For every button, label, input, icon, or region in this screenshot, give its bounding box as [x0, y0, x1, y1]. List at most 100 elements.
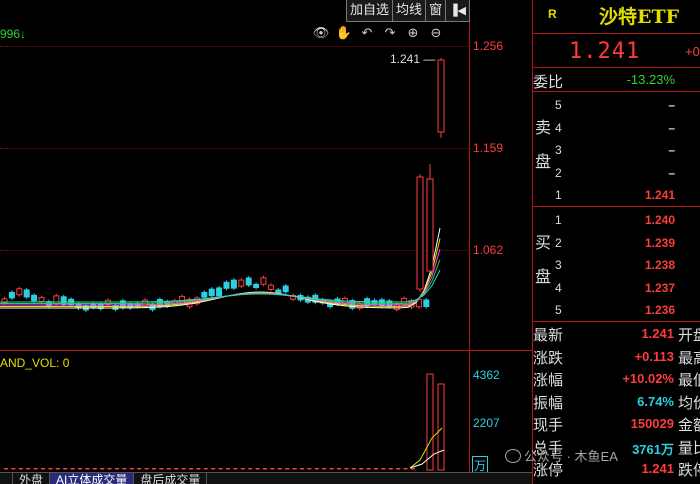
stat-row: 现手 150029 金额	[533, 413, 700, 434]
order-ratio-row: 委比 -13.23%	[533, 68, 700, 92]
candle-body	[38, 297, 45, 302]
volume-bar	[277, 468, 282, 470]
volume-bar	[307, 468, 312, 470]
collapse-arrow-icon[interactable]: ▐◀	[446, 0, 470, 22]
tab-3[interactable]: 盘后成交量	[134, 473, 208, 484]
buy_book-level: 2	[555, 235, 562, 250]
window-button[interactable]: 窗	[426, 0, 447, 22]
sell_book-row[interactable]: 4–	[555, 117, 700, 139]
panel-separator	[0, 350, 532, 351]
candle-body	[16, 288, 23, 296]
sell_book-level: 4	[555, 120, 562, 135]
price-change: +0	[685, 44, 700, 59]
volume-bar	[174, 468, 179, 470]
buy_book-level: 1	[555, 213, 562, 227]
volume-bar	[144, 468, 149, 470]
volume-bar	[85, 468, 90, 470]
sell_book-row[interactable]: 5–	[555, 94, 700, 116]
volume-bar	[159, 468, 164, 470]
sell_book-price: –	[668, 165, 675, 180]
candle-body	[275, 289, 282, 294]
buy_book-row[interactable]: 5 1.236	[555, 299, 700, 321]
stat-row: 最新 1.241 开盘	[533, 323, 700, 344]
stat-row: 涨幅 +10.02% 最低	[533, 368, 700, 389]
price-axis-tick: 1.256	[473, 39, 504, 53]
add-watchlist-button[interactable]: 加自选	[346, 0, 394, 22]
volume-bar	[248, 468, 253, 470]
buy_book-price: 1.236	[644, 303, 675, 317]
candle-body	[437, 59, 445, 133]
panel-header: R 沙特ETF	[533, 0, 700, 34]
r-badge: R	[548, 7, 557, 21]
candle-body	[230, 279, 237, 289]
volume-bar	[196, 468, 201, 470]
sell_book-price: 1.241	[644, 188, 675, 202]
stat-label: 涨跌	[533, 349, 564, 367]
buy_book-row[interactable]: 4 1.237	[555, 277, 700, 299]
indicator-tabs: 外盘 AI立体成交量 盘后成交量	[0, 472, 532, 484]
sell-side-label: 卖	[534, 120, 551, 137]
stat-label: 现手	[533, 417, 564, 434]
volume-bar	[41, 468, 45, 470]
volume-bar	[314, 468, 319, 470]
candle-body	[216, 287, 223, 297]
chart-toolbar: 加自选 均线 窗 ▐◀	[346, 0, 470, 24]
buy-side-label: 买	[534, 235, 551, 252]
volume-bar	[18, 468, 23, 470]
sell_book-row[interactable]: 1 1.241	[555, 184, 700, 206]
order-ratio-value: -13.23%	[626, 72, 675, 87]
volume-bar	[329, 468, 334, 470]
stat-value: +0.113	[634, 348, 674, 364]
price-axis-tick: 1.062	[473, 243, 504, 257]
volume-bar	[211, 468, 216, 470]
sell_book-row[interactable]: 2–	[555, 162, 700, 184]
volume-bar	[403, 468, 408, 470]
buy_book-price: 1.237	[644, 280, 675, 295]
candle-body	[371, 300, 378, 305]
last-price: 1.241	[569, 39, 641, 64]
buy_book-price: 1.238	[644, 258, 675, 272]
stat-label-right: 金额	[678, 417, 700, 434]
kline-chart-area[interactable]: 加自选 均线 窗 ▐◀ 996↓ 👁 ✋ ↶ ↷ ⊕ ⊖ 1.256 1.159…	[0, 0, 532, 484]
volume-bar	[70, 468, 75, 470]
candle-body	[31, 294, 38, 302]
candle-body	[23, 289, 30, 298]
volume-bar	[33, 468, 38, 470]
stat-value: 6.74%	[637, 393, 674, 409]
stat-value: 1.241	[641, 461, 674, 476]
volume-bar	[100, 468, 105, 470]
stat-label-right: 均价	[678, 394, 700, 412]
current-price-marker: 1.241 —	[390, 52, 436, 66]
stat-value: +10.02%	[622, 371, 674, 386]
candle-body	[426, 178, 434, 272]
buy_book-row[interactable]: 2 1.239	[555, 232, 700, 254]
sell_book-price: –	[668, 143, 675, 157]
volume-bar	[78, 468, 82, 470]
candle-body	[260, 277, 267, 285]
volume-bar	[166, 468, 171, 470]
volume-bar	[203, 468, 208, 470]
sell_book-row[interactable]: 3–	[555, 139, 700, 161]
volume-bar	[285, 468, 290, 470]
tab-0[interactable]	[0, 473, 13, 484]
moving-average-button[interactable]: 均线	[393, 0, 427, 22]
candle-body	[416, 176, 424, 290]
stat-value: 1.241	[641, 326, 674, 341]
volume-bar	[292, 468, 297, 470]
sell_book-level: 5	[555, 98, 562, 112]
volume-bar	[437, 383, 445, 471]
buy_book-row[interactable]: 3 1.238	[555, 254, 700, 276]
volume-bar	[129, 468, 134, 470]
watermark: 公众号 · 木鱼EA	[505, 446, 618, 465]
buy_book-row[interactable]: 1 1.240	[555, 209, 700, 231]
volume-axis-tick: 4362	[473, 368, 500, 382]
wechat-icon	[505, 449, 521, 463]
volume-bar	[381, 468, 386, 470]
tab-2[interactable]: AI立体成交量	[50, 473, 135, 484]
volume-bar	[359, 468, 364, 470]
volume-bar	[411, 468, 415, 470]
buy-book: 买 盘 1 1.240 2 1.239 3 1.238 4 1.237 5 1.236	[533, 207, 700, 322]
candle-body	[8, 291, 15, 299]
volume-bar	[218, 468, 223, 470]
tab-1[interactable]: 外盘	[13, 473, 51, 484]
